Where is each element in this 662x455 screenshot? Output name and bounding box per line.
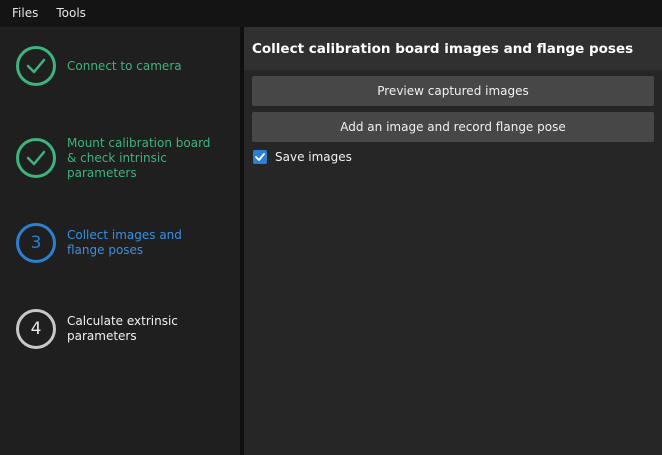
step-label: Connect to camera: [67, 58, 182, 73]
menu-tools[interactable]: Tools: [47, 0, 95, 27]
step-label: Calculate extrinsic parameters: [67, 314, 178, 343]
step-label: Collect images and flange poses: [67, 228, 182, 257]
main-panel: Collect calibration board images and fla…: [244, 27, 662, 455]
check-icon: [16, 138, 56, 178]
step-collect-images[interactable]: 3 Collect images and flange poses: [16, 222, 236, 264]
menu-files[interactable]: Files: [0, 0, 47, 27]
checkmark-icon: [255, 153, 265, 161]
step-mount-board[interactable]: Mount calibration board & check intrinsi…: [16, 135, 236, 180]
page-title: Collect calibration board images and fla…: [244, 27, 662, 70]
check-icon: [16, 46, 56, 86]
preview-captured-images-button[interactable]: Preview captured images: [252, 76, 654, 106]
step-number-badge: 3: [16, 223, 56, 263]
steps-sidebar: Connect to camera Mount calibration boar…: [0, 27, 240, 455]
step-connect-camera[interactable]: Connect to camera: [16, 45, 236, 87]
menu-bar: Files Tools: [0, 0, 662, 27]
step-label: Mount calibration board & check intrinsi…: [67, 135, 211, 180]
add-image-record-pose-button[interactable]: Add an image and record flange pose: [252, 112, 654, 142]
save-images-row[interactable]: Save images: [253, 149, 352, 165]
save-images-checkbox[interactable]: [253, 150, 267, 164]
step-calculate-extrinsic[interactable]: 4 Calculate extrinsic parameters: [16, 308, 236, 350]
step-number-badge: 4: [16, 309, 56, 349]
save-images-label: Save images: [275, 150, 352, 164]
